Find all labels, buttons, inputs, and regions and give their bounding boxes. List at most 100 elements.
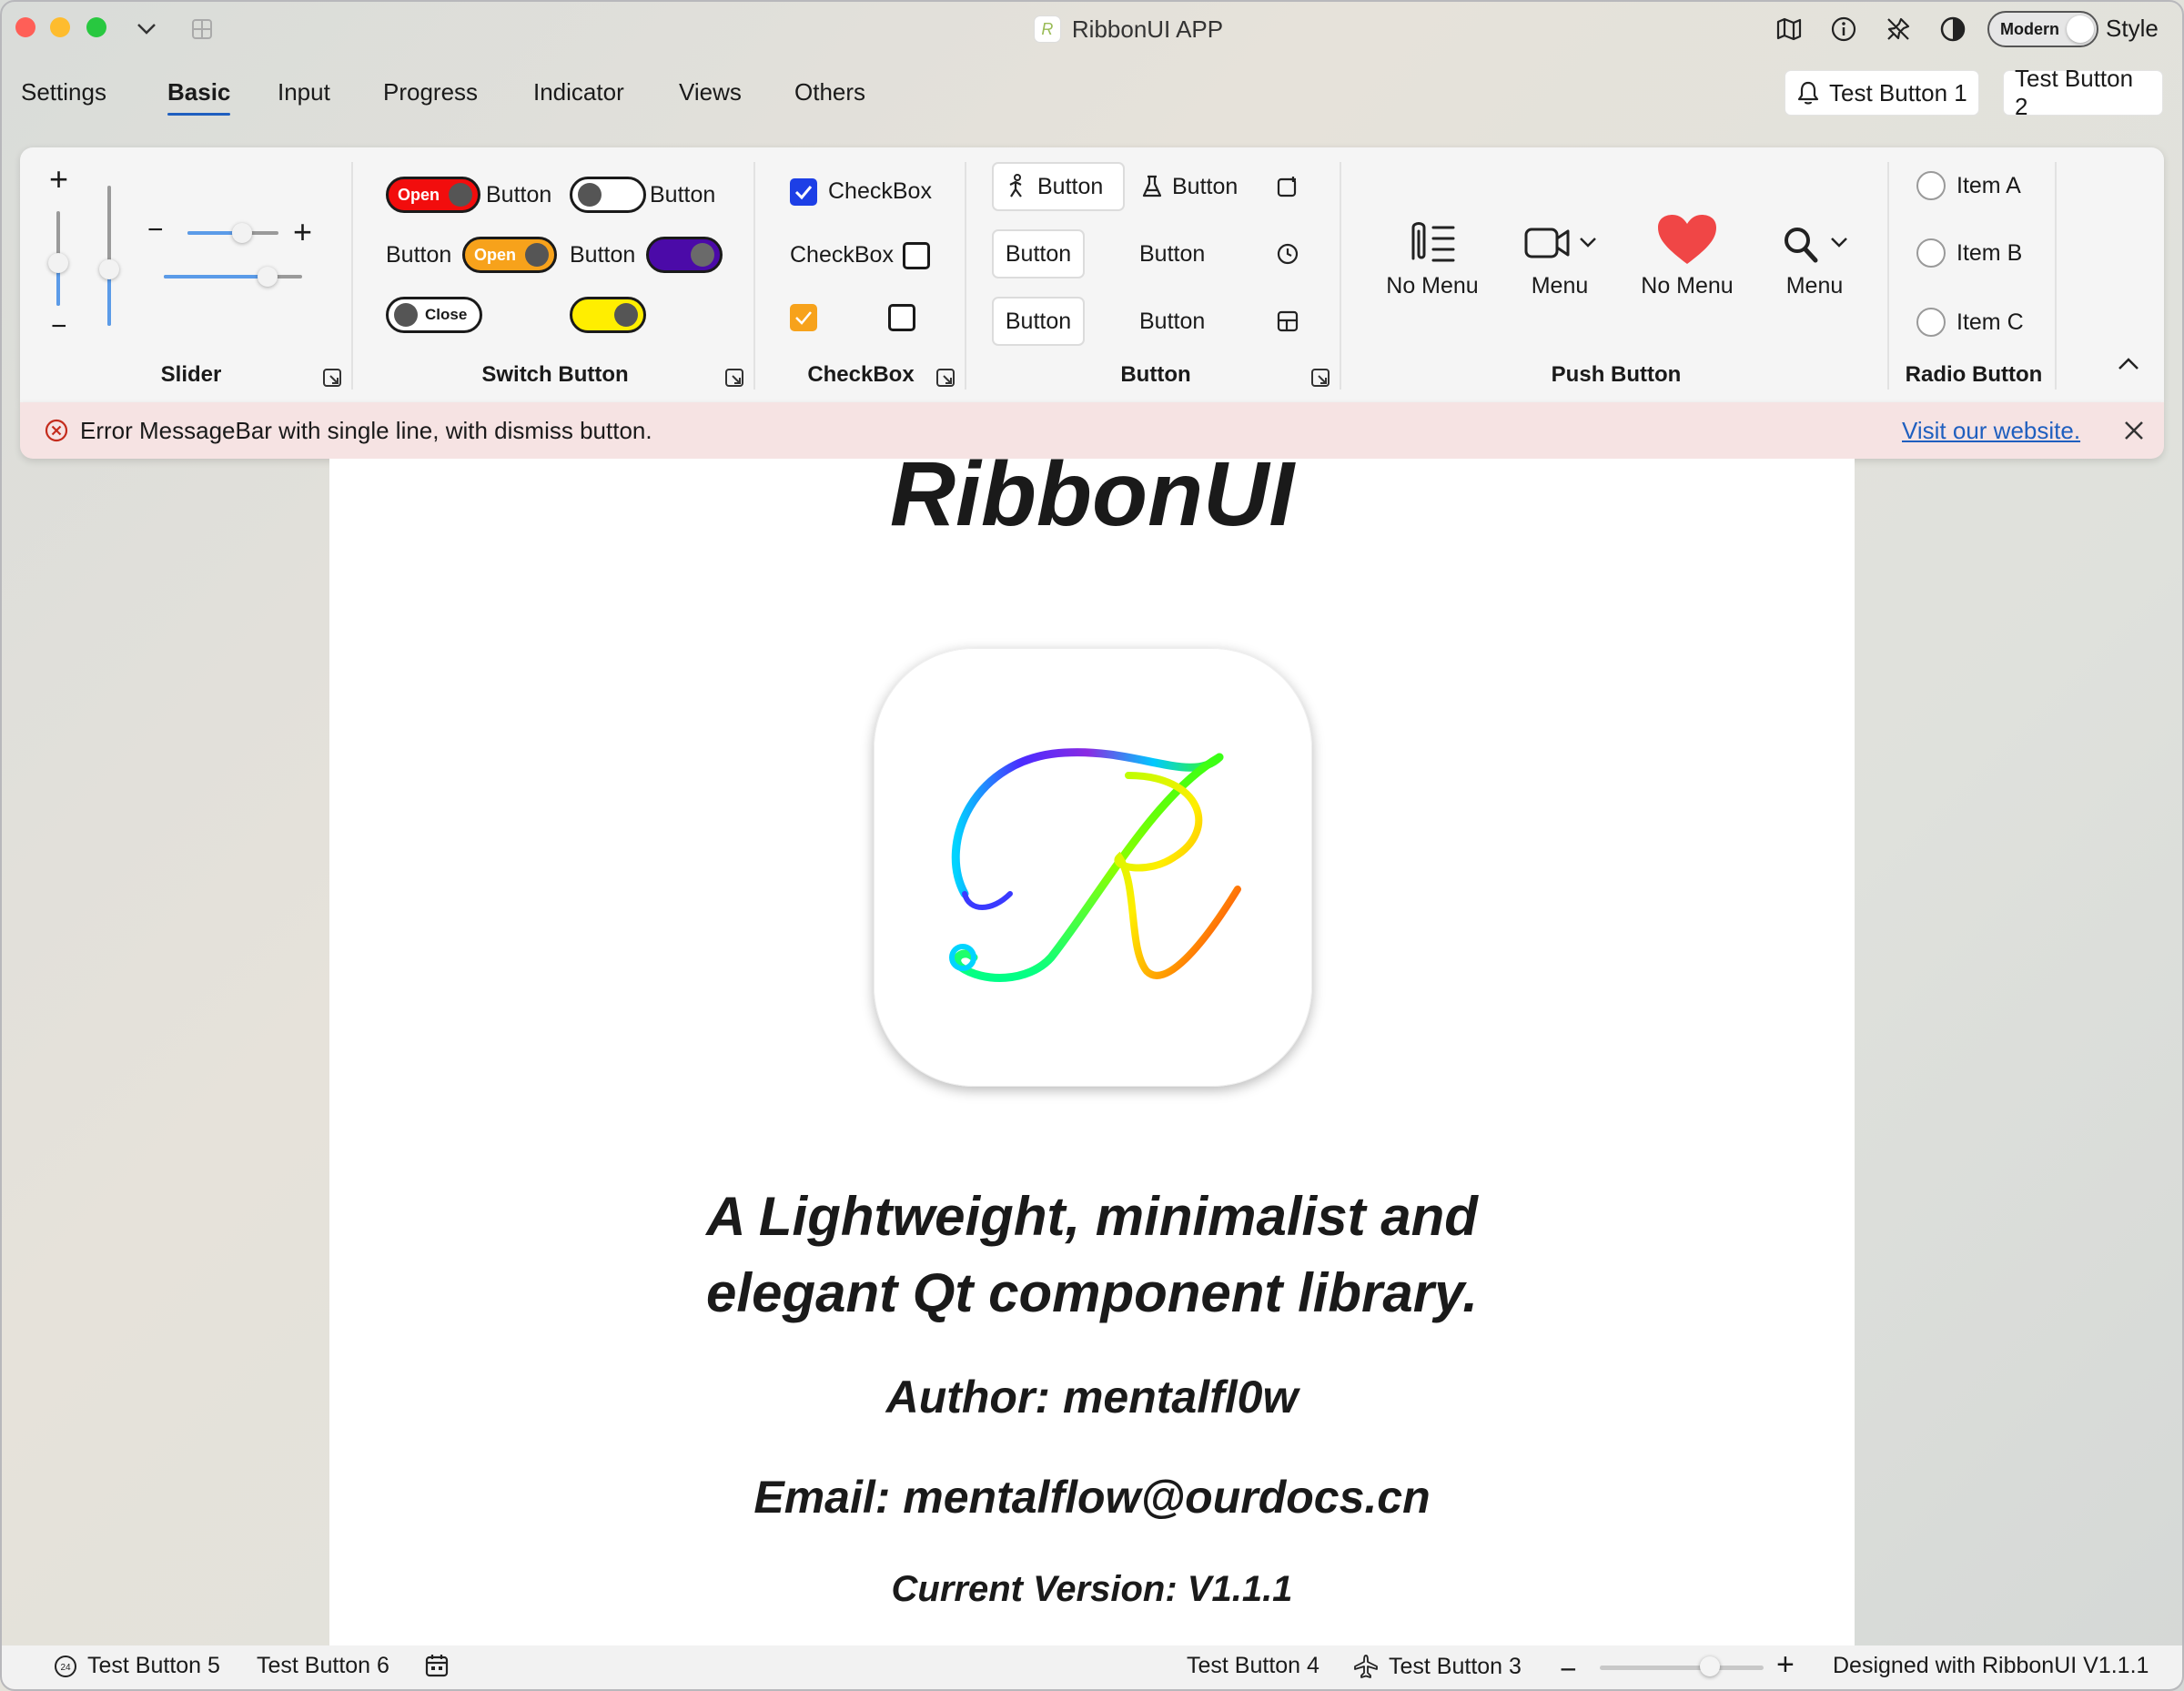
flask-icon (1142, 175, 1162, 197)
style-toggle[interactable]: Modern (1987, 11, 2098, 47)
checkbox-unchecked-2[interactable] (888, 304, 915, 331)
button-label: Button (1005, 308, 1072, 334)
test-button-2[interactable]: Test Button 2 (2004, 65, 2162, 120)
button-outlined-2[interactable]: Button (992, 229, 1085, 278)
switch-label-2: Button (650, 182, 716, 208)
checkbox-label-2: CheckBox (790, 242, 894, 268)
radio-item-b[interactable] (1916, 238, 1946, 268)
group-separator (965, 162, 966, 390)
minimize-window-button[interactable] (50, 17, 70, 37)
chevron-down-icon[interactable] (130, 13, 163, 46)
test-button-6[interactable]: Test Button 6 (257, 1653, 389, 1679)
info-icon[interactable] (1827, 13, 1860, 46)
test-button-4[interactable]: Test Button 4 (1187, 1653, 1320, 1679)
test-button-3-label: Test Button 3 (1389, 1653, 1522, 1679)
push-button-label: No Menu (1641, 273, 1734, 299)
tab-progress[interactable]: Progress (383, 78, 478, 106)
radio-label-b: Item B (1956, 240, 2023, 266)
video-camera-icon (1524, 228, 1570, 258)
button-flat-2[interactable]: Button (1139, 229, 1205, 278)
unpin-icon[interactable] (1882, 13, 1915, 46)
bell-icon (1797, 81, 1819, 105)
slider-plus-icon[interactable]: + (49, 160, 68, 198)
messagebar-text: Error MessageBar with single line, with … (80, 416, 652, 444)
group-separator (1887, 162, 1889, 390)
tab-input[interactable]: Input (278, 78, 330, 106)
button-group-launcher-icon[interactable] (1310, 368, 1330, 388)
tab-views[interactable]: Views (679, 78, 742, 106)
push-button-search-menu[interactable]: Menu (1760, 206, 1869, 299)
switch-group-launcher-icon[interactable] (724, 368, 744, 388)
vertical-slider-1[interactable] (48, 211, 68, 306)
tab-indicator[interactable]: Indicator (533, 78, 624, 106)
map-icon[interactable] (1773, 13, 1805, 46)
button-flat-3[interactable]: Button (1139, 297, 1205, 346)
icon-button-window[interactable] (1276, 162, 1299, 211)
group-label-checkbox: CheckBox (807, 362, 915, 387)
switch-red-open-text: Open (398, 185, 440, 204)
switch-gray-off-knob (578, 183, 602, 207)
push-button-heart-no-menu[interactable]: No Menu (1633, 206, 1742, 299)
window-title: R RibbonUI APP (992, 11, 1265, 47)
button-with-flask-icon[interactable]: Button (1141, 162, 1238, 211)
button-with-person-icon[interactable]: Button (992, 162, 1125, 211)
horizontal-slider-2-handle[interactable] (258, 267, 278, 287)
push-button-video-menu[interactable]: Menu (1505, 206, 1614, 299)
switch-orange-open[interactable]: Open (462, 237, 557, 273)
test-button-3[interactable]: Test Button 3 (1352, 1653, 1522, 1680)
zoom-out-button[interactable]: − (1560, 1653, 1577, 1686)
h-slider-plus-icon[interactable]: + (293, 213, 312, 251)
slider-group-launcher-icon[interactable] (322, 368, 342, 388)
button-outlined-3[interactable]: Button (992, 297, 1085, 346)
close-window-button[interactable] (15, 17, 35, 37)
radio-item-a[interactable] (1916, 171, 1946, 200)
chevron-down-icon (1831, 238, 1847, 248)
test-button-1[interactable]: Test Button 1 (1785, 71, 1978, 115)
calendar-icon-button[interactable] (424, 1653, 450, 1678)
switch-red-open[interactable]: Open (386, 177, 480, 213)
test-button-5[interactable]: 24 Test Button 5 (53, 1653, 220, 1679)
push-button-label: No Menu (1386, 273, 1479, 299)
switch-close-knob (394, 303, 418, 327)
switch-close[interactable]: Close (386, 297, 482, 333)
calendar-24-icon: 24 (55, 1655, 76, 1677)
collapse-ribbon-icon[interactable] (2117, 357, 2140, 371)
close-icon[interactable] (2122, 419, 2146, 442)
zoom-in-button[interactable]: + (1776, 1647, 1795, 1683)
h-slider-minus-icon[interactable]: − (147, 215, 164, 246)
tab-settings[interactable]: Settings (21, 78, 106, 106)
checkbox-blue-checked[interactable] (790, 178, 817, 206)
horizontal-slider-1[interactable] (187, 223, 278, 243)
tab-others[interactable]: Others (794, 78, 865, 106)
checkbox-group-launcher-icon[interactable] (935, 368, 956, 388)
dark-mode-icon[interactable] (1936, 13, 1969, 46)
svg-text:24: 24 (60, 1663, 71, 1673)
checkbox-orange-checked[interactable] (790, 304, 817, 331)
vertical-slider-2[interactable] (99, 186, 119, 326)
calendar-icon (425, 1655, 449, 1677)
group-label-button: Button (1120, 362, 1191, 387)
switch-gray-off[interactable] (570, 177, 646, 213)
layout-icon[interactable] (186, 13, 218, 46)
horizontal-slider-1-handle[interactable] (232, 223, 252, 243)
checkbox-unchecked-1[interactable] (903, 242, 930, 269)
switch-label-1: Button (486, 182, 552, 208)
zoom-slider-handle[interactable] (1699, 1656, 1720, 1676)
switch-purple-on[interactable] (646, 237, 723, 273)
icon-button-clock[interactable] (1276, 229, 1299, 278)
switch-purple-on-knob (691, 243, 714, 267)
slider-minus-icon[interactable]: − (51, 311, 67, 342)
push-button-attach-no-menu[interactable]: No Menu (1378, 206, 1487, 299)
radio-item-c[interactable] (1916, 308, 1946, 337)
search-icon (1785, 228, 1818, 263)
horizontal-slider-2[interactable] (164, 267, 302, 287)
switch-yellow-on[interactable] (570, 297, 646, 333)
group-label-push: Push Button (1551, 362, 1682, 387)
zoom-slider[interactable] (1600, 1656, 1764, 1676)
messagebar-link[interactable]: Visit our website. (1902, 417, 2080, 445)
tab-basic[interactable]: Basic (167, 78, 231, 116)
button-label: Button (1139, 240, 1206, 267)
icon-button-table[interactable] (1276, 297, 1299, 346)
switch-label-4: Button (570, 242, 636, 268)
zoom-window-button[interactable] (86, 17, 106, 37)
